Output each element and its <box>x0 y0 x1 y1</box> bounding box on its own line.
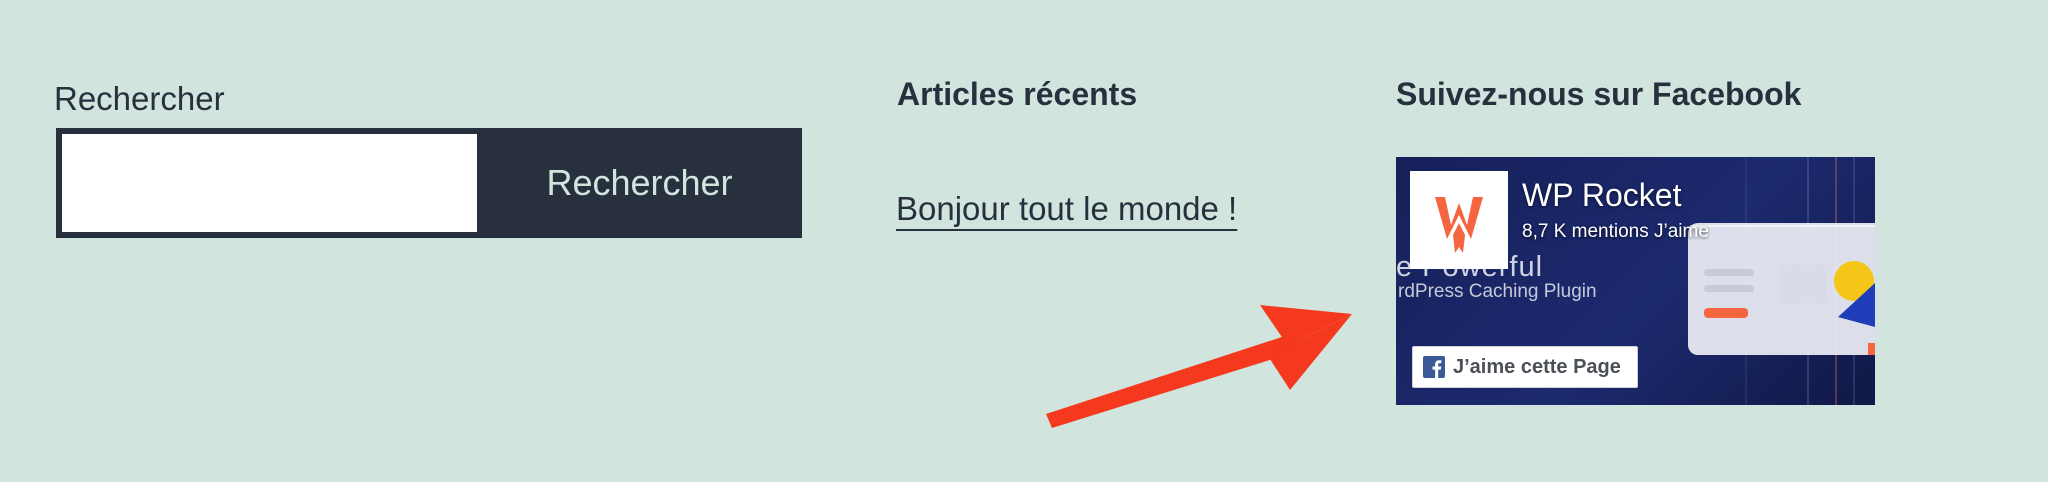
red-arrow-icon <box>1046 305 1352 428</box>
